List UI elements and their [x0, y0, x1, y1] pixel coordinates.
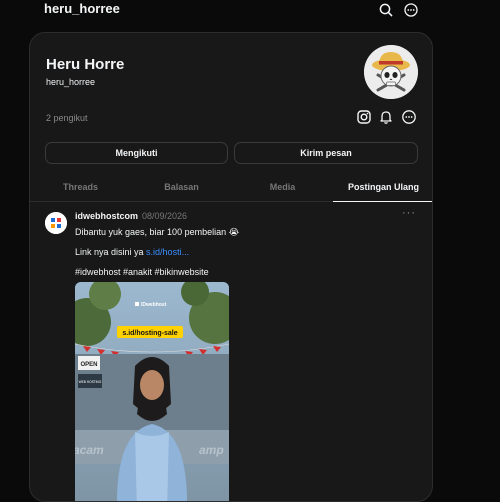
image-sticker-text: s.id/hosting-sale — [122, 330, 177, 337]
post-video-thumbnail[interactable]: OPEN WEB HOSTING IDwebhost s.id/hosting-… — [75, 282, 229, 501]
post-hashtags[interactable]: #idwebhost #anakit #bikinwebsite — [75, 267, 209, 277]
more-icon[interactable] — [403, 2, 419, 18]
instagram-icon[interactable] — [356, 109, 372, 125]
send-message-button[interactable]: Kirim pesan — [234, 142, 418, 164]
tab-threads[interactable]: Threads — [30, 174, 131, 202]
bell-icon[interactable] — [378, 109, 394, 125]
image-wall-text-right: amp — [199, 443, 224, 457]
search-icon[interactable] — [378, 2, 394, 18]
tab-reposts[interactable]: Postingan Ulang — [333, 174, 432, 202]
post-link-prefix: Link nya disini ya — [75, 247, 147, 257]
post-author-avatar[interactable] — [45, 212, 67, 234]
image-web-sign: WEB HOSTING — [79, 380, 102, 384]
profile-name: Heru Horre — [46, 56, 125, 73]
post-text: Dibantu yuk gaes, biar 100 pembelian 😭 — [75, 227, 240, 237]
post-date: 08/09/2026 — [142, 211, 188, 221]
followers-count[interactable]: 2 pengikut — [46, 113, 88, 123]
post-link[interactable]: s.id/hosti... — [146, 247, 189, 257]
profile-card: Heru Horre heru_horree 2 pengikut Mengik — [29, 32, 433, 502]
avatar[interactable] — [364, 45, 418, 99]
post-link-line: Link nya disini ya s.id/hosti... — [75, 247, 189, 257]
profile-tabs: Threads Balasan Media Postingan Ulang — [30, 174, 432, 202]
post-author[interactable]: idwebhostcom 08/09/2026 — [75, 211, 187, 221]
image-brand-logo: IDwebhost — [141, 302, 167, 308]
image-wall-text-left: acam — [75, 443, 104, 457]
following-button[interactable]: Mengikuti — [45, 142, 228, 164]
profile-username: heru_horree — [46, 77, 96, 87]
top-bar: heru_horree — [0, 0, 500, 22]
post-more-icon[interactable]: ··· — [402, 207, 416, 219]
post-author-name[interactable]: idwebhostcom — [75, 211, 138, 221]
profile-more-icon[interactable] — [401, 109, 417, 125]
image-open-sign: OPEN — [80, 362, 97, 368]
tab-replies[interactable]: Balasan — [131, 174, 232, 202]
tab-media[interactable]: Media — [232, 174, 333, 202]
page-title: heru_horree — [44, 1, 120, 16]
